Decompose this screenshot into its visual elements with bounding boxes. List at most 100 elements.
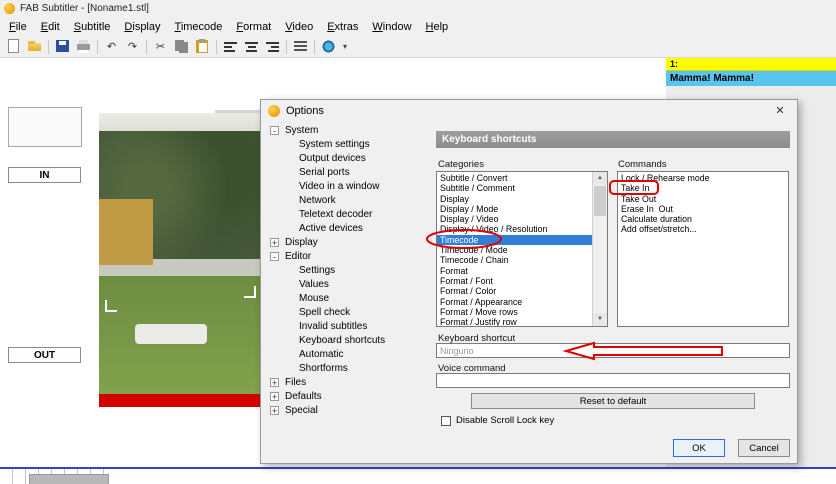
expand-icon[interactable]: + [270,406,279,415]
dialog-title-bar[interactable]: Options ✕ [261,100,797,122]
cut-icon[interactable]: ✂ [151,38,170,55]
preview-icon[interactable] [319,38,338,55]
align-left-icon[interactable] [221,38,240,55]
category-subtitle-convert[interactable]: Subtitle / Convert [437,173,593,183]
reset-to-default-button[interactable]: Reset to default [471,393,755,409]
category-timecode-chain[interactable]: Timecode / Chain [437,255,593,265]
keyboard-shortcut-input[interactable] [436,343,790,358]
category-format-font[interactable]: Format / Font [437,276,593,286]
subtitle-rows-icon[interactable] [291,38,310,55]
tree-item-special[interactable]: +Special [267,404,435,418]
tree-item-keyboard-shortcuts[interactable]: Keyboard shortcuts [267,334,435,348]
menu-item-file[interactable]: File [2,19,34,35]
menu-item-edit[interactable]: Edit [34,19,67,35]
align-right-icon[interactable] [263,38,282,55]
category-format[interactable]: Format [437,266,593,276]
menu-item-window[interactable]: Window [365,19,418,35]
collapse-icon[interactable]: - [270,252,279,261]
subtitle-number[interactable]: 1: [666,58,836,71]
ok-button[interactable]: OK [673,439,725,457]
checkbox-icon[interactable] [441,416,451,426]
timeline-scrollbar[interactable] [29,474,109,484]
category-format-color[interactable]: Format / Color [437,286,593,296]
toolbar-separator [97,40,98,54]
tree-item-values[interactable]: Values [267,278,435,292]
menu-item-timecode[interactable]: Timecode [168,19,230,35]
toolbar-separator [48,40,49,54]
category-display[interactable]: Display [437,194,593,204]
command-calculate-duration[interactable]: Calculate duration [618,214,788,224]
expand-icon[interactable]: + [270,392,279,401]
categories-scrollbar[interactable]: ▲ ▼ [592,172,607,326]
command-take-in[interactable]: Take In [618,183,788,193]
category-display-mode[interactable]: Display / Mode [437,204,593,214]
dropdown-arrow-icon[interactable]: ▾ [340,38,350,55]
tree-item-invalid-subtitles[interactable]: Invalid subtitles [267,320,435,334]
close-icon[interactable]: ✕ [769,103,791,119]
command-add-offset-stretch[interactable]: Add offset/stretch... [618,224,788,234]
new-document-icon[interactable] [4,38,23,55]
undo-icon[interactable]: ↶ [102,38,121,55]
category-display-video-resolution[interactable]: Display / Video / Resolution [437,224,593,234]
menu-item-extras[interactable]: Extras [320,19,365,35]
tree-item-defaults[interactable]: +Defaults [267,390,435,404]
voice-command-input[interactable] [436,373,790,388]
category-format-justify-row[interactable]: Format / Justify row [437,317,593,327]
tree-item-output-devices[interactable]: Output devices [267,152,435,166]
tree-item-teletext-decoder[interactable]: Teletext decoder [267,208,435,222]
tree-item-editor[interactable]: -Editor [267,250,435,264]
toolbar-separator [216,40,217,54]
scrollbar-up-icon[interactable]: ▲ [593,172,607,185]
categories-list: Subtitle / ConvertSubtitle / CommentDisp… [436,171,608,327]
menu-item-display[interactable]: Display [117,19,167,35]
in-button[interactable]: IN [8,167,81,183]
dialog-logo-icon [268,105,280,117]
collapse-icon[interactable]: - [270,126,279,135]
tree-item-files[interactable]: +Files [267,376,435,390]
menu-item-video[interactable]: Video [278,19,320,35]
command-lock-rehearse-mode[interactable]: Lock / Rehearse mode [618,173,788,183]
tree-item-spell-check[interactable]: Spell check [267,306,435,320]
category-timecode[interactable]: Timecode [437,235,593,245]
tree-item-video-in-a-window[interactable]: Video in a window [267,180,435,194]
menu-item-subtitle[interactable]: Subtitle [67,19,118,35]
tree-item-serial-ports[interactable]: Serial ports [267,166,435,180]
tree-item-display[interactable]: +Display [267,236,435,250]
open-file-icon[interactable] [25,38,44,55]
video-red-bar [99,394,262,407]
menu-item-format[interactable]: Format [229,19,278,35]
tree-item-system-settings[interactable]: System settings [267,138,435,152]
category-format-move-rows[interactable]: Format / Move rows [437,307,593,317]
tree-item-mouse[interactable]: Mouse [267,292,435,306]
tree-item-active-devices[interactable]: Active devices [267,222,435,236]
category-timecode-mode[interactable]: Timecode / Mode [437,245,593,255]
out-button[interactable]: OUT [8,347,81,363]
category-subtitle-comment[interactable]: Subtitle / Comment [437,183,593,193]
copy-icon[interactable] [172,38,191,55]
dialog-title: Options [286,105,324,117]
expand-icon[interactable]: + [270,238,279,247]
tree-item-shortforms[interactable]: Shortforms [267,362,435,376]
tree-item-system[interactable]: -System [267,124,435,138]
command-erase-in-out[interactable]: Erase In Out [618,204,788,214]
tree-item-automatic[interactable]: Automatic [267,348,435,362]
scrollbar-down-icon[interactable]: ▼ [593,313,607,326]
subtitle-text[interactable]: Mamma! Mamma! [666,71,836,86]
paste-icon[interactable] [193,38,212,55]
expand-icon[interactable]: + [270,378,279,387]
disable-scroll-lock-row[interactable]: Disable Scroll Lock key [441,415,554,426]
print-icon[interactable] [74,38,93,55]
command-take-out[interactable]: Take Out [618,194,788,204]
align-center-icon[interactable] [242,38,261,55]
commands-items: Lock / Rehearse modeTake InTake OutErase… [618,173,788,235]
save-icon[interactable] [53,38,72,55]
tree-item-settings[interactable]: Settings [267,264,435,278]
category-display-video[interactable]: Display / Video [437,214,593,224]
app-window: FAB Subtitler - [Noname1.stl] FileEditSu… [0,0,836,484]
redo-icon[interactable]: ↷ [123,38,142,55]
cancel-button[interactable]: Cancel [738,439,790,457]
tree-item-network[interactable]: Network [267,194,435,208]
scrollbar-thumb[interactable] [594,186,606,216]
menu-item-help[interactable]: Help [419,19,456,35]
category-format-appearance[interactable]: Format / Appearance [437,297,593,307]
